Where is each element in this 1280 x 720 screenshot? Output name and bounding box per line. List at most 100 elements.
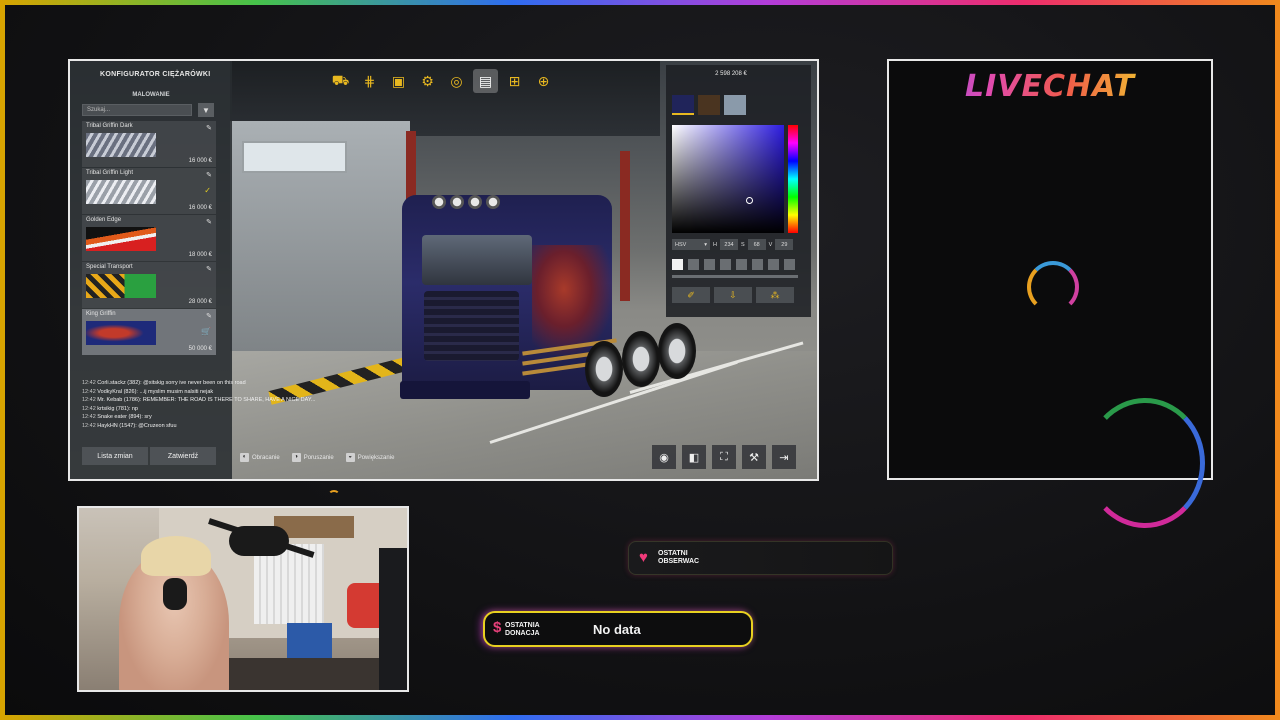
preset-color[interactable] (752, 259, 763, 270)
confirm-button[interactable]: Zatwierdź (150, 447, 216, 465)
grille (424, 291, 519, 361)
truck-cab (402, 195, 617, 390)
preset-color[interactable] (736, 259, 747, 270)
category-toolbar: ⛟ ⋕ ▣ ⚙ ◎ ▤ ⊞ ⊕ (328, 69, 556, 93)
wheel (585, 341, 623, 397)
headphone (163, 578, 187, 610)
paint-thumbnail (86, 227, 156, 251)
preset-color[interactable] (768, 259, 779, 270)
hint-zoom: ◒ Powiększanie (345, 453, 394, 462)
compare-icon[interactable]: ◧ (682, 445, 706, 469)
preset-strip (672, 275, 798, 278)
parts-icon[interactable]: ⚙ (415, 69, 440, 93)
game-chat-overlay: 12:42 Corli.stackz (382): @xitskig sorry… (82, 379, 322, 430)
steering-icon[interactable]: ⊕ (531, 69, 556, 93)
decorative-ring (1085, 398, 1205, 528)
wrench-icon[interactable]: ✎ (206, 312, 212, 320)
hsv-inputs: HSV ▾ H 234 S 68 V 29 (672, 239, 794, 250)
game-capture: KONFIGURATOR CIĘŻARÓWKI MALOWANIE Szukaj… (68, 59, 819, 481)
color-swatch[interactable] (724, 95, 746, 115)
camera-icon[interactable]: ◉ (652, 445, 676, 469)
paint-name: Special Transport (86, 264, 133, 270)
color-swatches (672, 95, 746, 115)
wrench-icon[interactable]: ✎ (206, 124, 212, 132)
microphone (229, 526, 289, 556)
paint-thumbnail (86, 274, 156, 298)
scania-truck (390, 181, 696, 421)
light-bar (432, 195, 512, 211)
dollar-icon: $ (493, 619, 502, 636)
money-balance: 2 598 208 € (715, 71, 747, 77)
heart-icon: ♥ (639, 549, 648, 566)
preset-color[interactable] (720, 259, 731, 270)
customize-icon[interactable]: ⚒ (742, 445, 766, 469)
cart-icon[interactable]: 🛒 (201, 327, 211, 336)
paint-name: Tribal Griffin Dark (86, 123, 133, 129)
paint-item-golden-edge[interactable]: Golden Edge ✎ 18 000 € (82, 215, 216, 261)
radiator (254, 544, 324, 624)
hue-field[interactable]: 234 (719, 239, 738, 250)
apply-color-icon[interactable]: ⇩ (714, 287, 752, 303)
paint-list: Tribal Griffin Dark ✎ 16 000 € Tribal Gr… (82, 121, 216, 356)
random-color-icon[interactable]: ⁂ (756, 287, 794, 303)
paint-search-input[interactable]: Szukaj... (82, 104, 192, 116)
wheel-icon[interactable]: ◎ (444, 69, 469, 93)
chat-line: 12:42 VodkyKral (826): ...ij myslim musi… (82, 388, 214, 395)
chat-line: 12:42 Mr. Kebab (1786): REMEMBER: THE RO… (82, 397, 316, 403)
filter-icon[interactable]: ▼ (198, 103, 214, 117)
color-swatch[interactable] (698, 95, 720, 115)
chat-line: 12:42 Corli.stackz (382): @xitskig sorry… (82, 380, 246, 386)
saturation-value-area[interactable] (672, 125, 784, 233)
view-buttons: ◉ ◧ ⛶ ⚒ ⇥ (652, 445, 796, 469)
wheel (622, 331, 660, 387)
h-label: H (713, 241, 717, 248)
paint-item-special-transport[interactable]: Special Transport ✎ 28 000 € (82, 262, 216, 308)
swirl-decoration (328, 490, 340, 500)
last-donation-label: OSTATNIA DONACJA (505, 622, 540, 637)
paint-price: 16 000 € (188, 158, 212, 164)
preset-color[interactable] (704, 259, 715, 270)
last-donation-value: No data (593, 622, 641, 637)
hue-slider[interactable] (788, 125, 798, 233)
wrench-icon[interactable]: ✎ (206, 218, 212, 226)
griffin-paint (532, 245, 612, 355)
cabin-icon[interactable]: ▣ (386, 69, 411, 93)
value-field[interactable]: 29 (775, 239, 794, 250)
picker-tools: ✐ ⇩ ⁂ (672, 287, 794, 303)
interior-icon[interactable]: ⊞ (502, 69, 527, 93)
paint-section-title: MALOWANIE (132, 92, 170, 98)
paint-icon[interactable]: ▤ (473, 69, 498, 93)
truck-icon[interactable]: ⛟ (328, 69, 353, 93)
preset-color[interactable] (784, 259, 795, 270)
saturation-field[interactable]: 68 (747, 239, 766, 250)
chassis-icon[interactable]: ⋕ (357, 69, 382, 93)
wrench-icon[interactable]: ✎ (206, 265, 212, 273)
preset-color[interactable] (672, 259, 683, 270)
paint-price: 18 000 € (188, 252, 212, 258)
paint-price: 28 000 € (188, 299, 212, 305)
color-cursor[interactable] (746, 197, 753, 204)
preset-colors (672, 259, 795, 270)
paint-price: 16 000 € (188, 205, 212, 211)
fullscreen-icon[interactable]: ⛶ (712, 445, 736, 469)
wrench-icon[interactable]: ✎ (206, 171, 212, 179)
box (287, 623, 332, 663)
webcam-feed (77, 506, 409, 692)
check-icon: ✓ (204, 186, 211, 195)
paint-item-king-griffin[interactable]: King Griffin ✎ 🛒 50 000 € (82, 309, 216, 355)
paint-item-tribal-griffin-light[interactable]: Tribal Griffin Light ✎ ✓ 16 000 € (82, 168, 216, 214)
control-hints: ◐ Obracanie ◑ Poruszanie ◒ Powiększanie (240, 453, 394, 462)
eyedropper-icon[interactable]: ✐ (672, 287, 710, 303)
hint-move: ◑ Poruszanie (291, 453, 334, 462)
paint-item-tribal-griffin-dark[interactable]: Tribal Griffin Dark ✎ 16 000 € (82, 121, 216, 167)
preset-color[interactable] (688, 259, 699, 270)
last-follower-label: OSTATNI OBSERWAC (658, 550, 700, 565)
exit-icon[interactable]: ⇥ (772, 445, 796, 469)
color-swatch[interactable] (672, 95, 694, 115)
livechat-title: LIVECHAT (889, 69, 1211, 104)
garage-window (242, 141, 347, 173)
changes-list-button[interactable]: Lista zmian (82, 447, 148, 465)
hint-rotate: ◐ Obracanie (240, 453, 280, 462)
color-mode-select[interactable]: HSV ▾ (672, 239, 710, 250)
bumper (400, 381, 530, 399)
